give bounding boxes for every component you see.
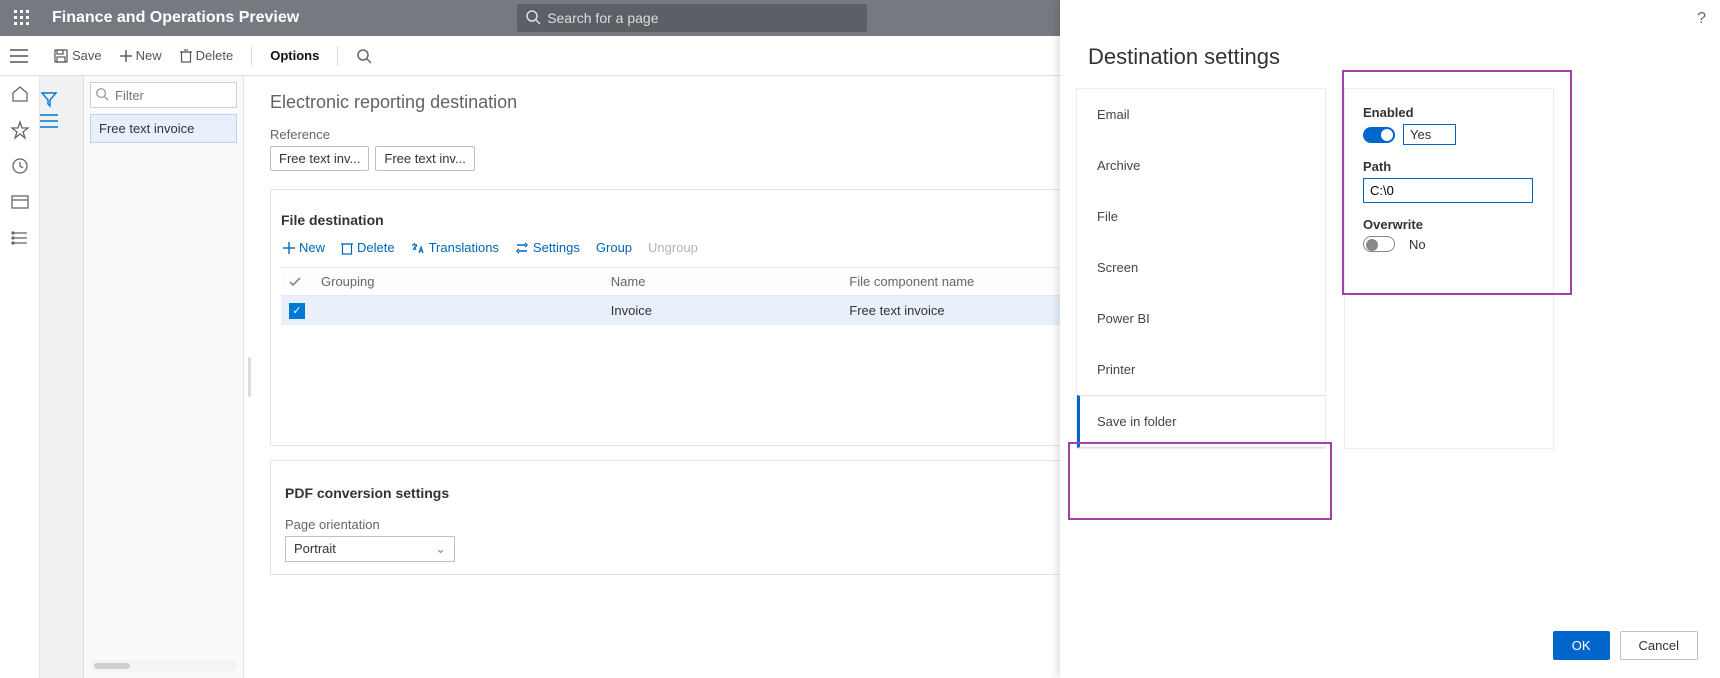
list-item[interactable]: Free text invoice [90, 114, 237, 143]
cell-name[interactable]: Invoice [603, 296, 842, 325]
grid-delete-button[interactable]: Delete [341, 240, 395, 255]
recent-icon[interactable] [10, 156, 30, 176]
modules-icon[interactable] [10, 228, 30, 248]
opt-file[interactable]: File [1077, 191, 1325, 242]
grid-settings-button[interactable]: Settings [515, 240, 580, 255]
second-rail [40, 76, 84, 678]
filter-icon[interactable] [40, 84, 83, 114]
search-input[interactable] [517, 4, 867, 32]
reference-chip-2[interactable]: Free text inv... [375, 146, 474, 171]
grid-ungroup-button: Ungroup [648, 240, 698, 255]
star-icon[interactable] [10, 120, 30, 140]
chevron-down-icon: ⌄ [435, 541, 446, 557]
delete-button[interactable]: Delete [180, 48, 234, 63]
row-checkbox-icon[interactable]: ✓ [289, 303, 305, 319]
grid-new-button[interactable]: New [283, 240, 325, 255]
col-grouping[interactable]: Grouping [313, 268, 603, 296]
enabled-label: Enabled [1363, 105, 1535, 120]
enabled-value[interactable]: Yes [1403, 124, 1456, 145]
home-icon[interactable] [10, 84, 30, 104]
grid-group-button[interactable]: Group [596, 240, 632, 255]
path-label: Path [1363, 159, 1535, 174]
filter-input-wrap [90, 82, 237, 108]
left-rail [0, 76, 40, 678]
page-orientation-select[interactable]: Portrait ⌄ [285, 536, 455, 562]
opt-save-in-folder[interactable]: Save in folder [1077, 395, 1325, 448]
overwrite-toggle[interactable] [1363, 236, 1395, 252]
new-button[interactable]: New [120, 48, 162, 63]
cell-grouping[interactable] [313, 296, 603, 325]
help-icon[interactable]: ? [1697, 10, 1706, 28]
enabled-toggle[interactable] [1363, 127, 1395, 143]
list-horizontal-scrollbar[interactable] [90, 660, 237, 672]
opt-powerbi[interactable]: Power BI [1077, 293, 1325, 344]
destination-options-list: Email Archive File Screen Power BI Print… [1076, 88, 1326, 449]
grid-check-header[interactable] [281, 268, 313, 296]
list-pane: Free text invoice [84, 76, 244, 678]
ok-button[interactable]: OK [1553, 631, 1610, 660]
opt-printer[interactable]: Printer [1077, 344, 1325, 395]
reference-chip-1[interactable]: Free text inv... [270, 146, 369, 171]
option-detail-panel: Enabled Yes Path Overwrite No [1344, 88, 1554, 449]
destination-settings-flyout: ? Destination settings Email Archive Fil… [1060, 0, 1720, 678]
list-current-icon[interactable] [40, 114, 83, 128]
cmdbar-search-icon[interactable] [356, 48, 372, 64]
options-button[interactable]: Options [270, 48, 319, 63]
hamburger-icon[interactable] [10, 49, 36, 63]
overwrite-value: No [1403, 237, 1426, 252]
path-input[interactable] [1363, 178, 1533, 203]
col-name[interactable]: Name [603, 268, 842, 296]
waffle-icon[interactable] [10, 6, 34, 30]
filter-input[interactable] [113, 83, 236, 107]
splitter-handle[interactable] [244, 76, 254, 678]
workspace-icon[interactable] [10, 192, 30, 212]
cancel-button[interactable]: Cancel [1620, 631, 1698, 660]
magnifier-icon [95, 87, 109, 101]
opt-email[interactable]: Email [1077, 89, 1325, 140]
grid-translations-button[interactable]: Translations [411, 240, 499, 255]
flyout-title: Destination settings [1060, 0, 1720, 88]
annotation-box-option [1068, 442, 1332, 520]
opt-screen[interactable]: Screen [1077, 242, 1325, 293]
opt-archive[interactable]: Archive [1077, 140, 1325, 191]
search-icon [525, 9, 541, 25]
save-button[interactable]: Save [54, 48, 102, 63]
overwrite-label: Overwrite [1363, 217, 1535, 232]
app-title: Finance and Operations Preview [52, 9, 299, 27]
